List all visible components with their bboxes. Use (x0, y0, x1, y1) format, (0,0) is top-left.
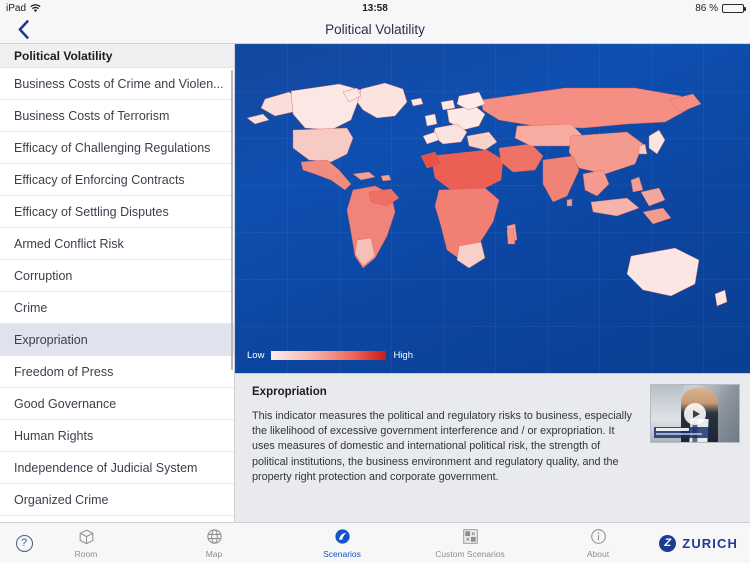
tab-custom-scenarios[interactable]: Custom Scenarios (427, 527, 513, 559)
tab-scenarios[interactable]: Scenarios (299, 527, 385, 559)
sidebar-item[interactable]: Armed Conflict Risk (0, 228, 234, 260)
indicator-description-text: This indicator measures the political an… (252, 410, 632, 483)
tab-label: Scenarios (323, 549, 361, 559)
status-bar-right: 86 % (695, 2, 746, 14)
sidebar-item[interactable]: Organized Crime (0, 484, 234, 516)
app-screen: iPad 13:58 86 % Political Volatility Pol… (0, 0, 750, 563)
sidebar-item[interactable]: Good Governance (0, 388, 234, 420)
world-map-choropleth[interactable] (235, 44, 750, 373)
scenario-sidebar: Political Volatility Business Costs of C… (0, 44, 235, 522)
status-bar-clock: 13:58 (362, 2, 388, 14)
room-icon (77, 527, 96, 546)
tab-map[interactable]: Map (171, 527, 257, 559)
video-lower-third (654, 427, 709, 438)
video-thumbnail[interactable] (650, 384, 740, 443)
info-icon (589, 527, 608, 546)
question-mark-icon: ? (15, 534, 33, 552)
video-caption-line-2 (656, 432, 703, 435)
tab-list: Room Map Scenarios Custom Scenarios About (38, 527, 646, 559)
sidebar-scrollbar[interactable] (231, 70, 233, 370)
zurich-wordmark: ZURICH (682, 535, 738, 551)
world-map-panel[interactable]: Low High (235, 44, 750, 373)
tab-label: About (586, 549, 610, 559)
sidebar-list: Business Costs of Crime and Violen... Bus… (0, 68, 234, 516)
legend-low-label: Low (247, 350, 265, 361)
sidebar-item[interactable]: Efficacy of Settling Disputes (0, 196, 234, 228)
battery-icon (722, 3, 746, 13)
sidebar-item[interactable]: Efficacy of Enforcing Contracts (0, 164, 234, 196)
sidebar-item[interactable]: Expropriation (0, 324, 234, 356)
tab-about[interactable]: About (555, 527, 641, 559)
tab-label: Custom Scenarios (435, 549, 505, 559)
sidebar-item[interactable]: Independence of Judicial System (0, 452, 234, 484)
tab-label: Room (74, 549, 98, 559)
sidebar-item[interactable]: Efficacy of Challenging Regulations (0, 132, 234, 164)
map-legend: Low High (247, 350, 413, 361)
page-title: Political Volatility (325, 22, 425, 37)
legend-high-label: High (393, 350, 413, 361)
sidebar-item[interactable]: Business Costs of Crime and Violen... (0, 68, 234, 100)
tab-room[interactable]: Room (43, 527, 129, 559)
zurich-mark-icon: Z (659, 534, 677, 552)
sidebar-item[interactable]: Business Costs of Terrorism (0, 100, 234, 132)
custom-scenarios-icon (461, 527, 480, 546)
video-caption-line-1 (656, 428, 689, 431)
sidebar-item[interactable]: Corruption (0, 260, 234, 292)
sidebar-item[interactable]: Crime (0, 292, 234, 324)
zurich-logo: Z ZURICH (646, 523, 750, 563)
legend-gradient-bar (271, 351, 387, 360)
scenarios-icon (333, 527, 352, 546)
navigation-bar: Political Volatility (0, 16, 750, 44)
bottom-tab-bar: ? Room Map Scenarios Custom Scenarios About … (0, 522, 750, 563)
sidebar-header: Political Volatility (0, 44, 234, 68)
battery-percent-label: 86 % (695, 2, 718, 14)
globe-icon (205, 527, 224, 546)
play-icon[interactable] (684, 402, 706, 425)
status-bar: iPad 13:58 86 % (0, 0, 750, 16)
indicator-description-panel: Expropriation This indicator measures th… (235, 373, 750, 522)
sidebar-item[interactable]: Human Rights (0, 420, 234, 452)
sidebar-item[interactable]: Freedom of Press (0, 356, 234, 388)
tab-label: Map (205, 549, 223, 559)
